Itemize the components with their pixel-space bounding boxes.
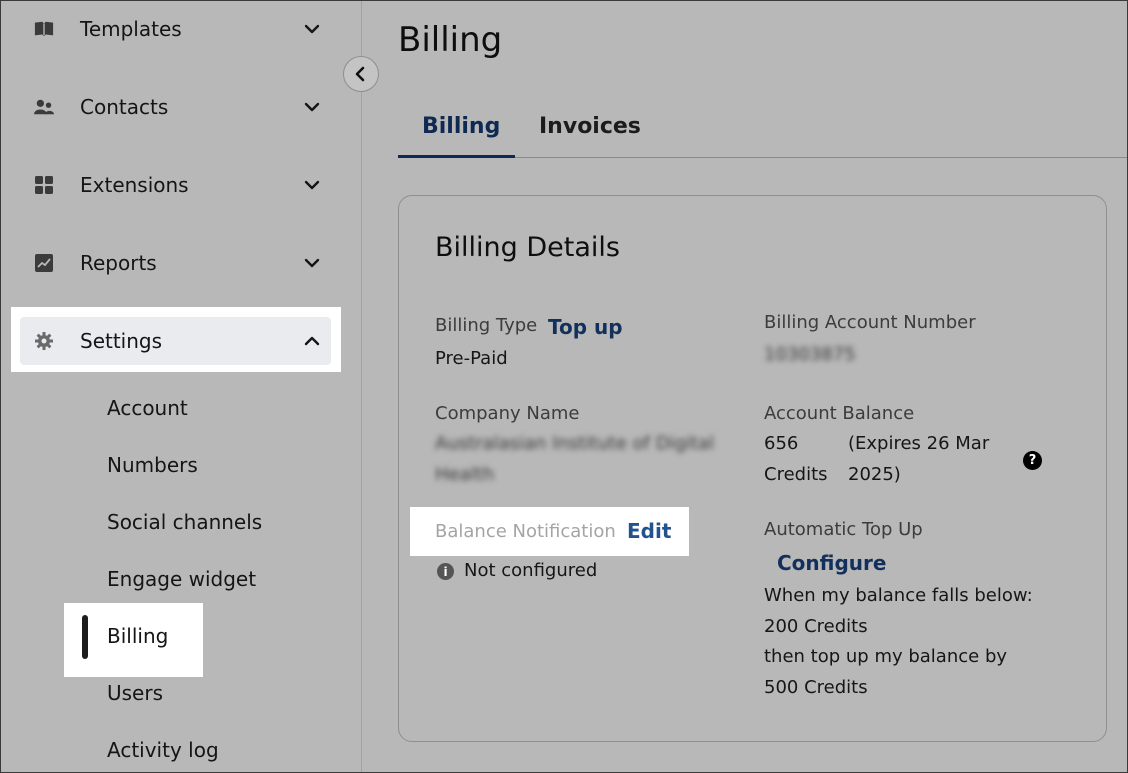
billing-type-label: Billing Type (435, 315, 538, 336)
chevron-down-icon[interactable] (302, 253, 322, 273)
tab-invoices[interactable]: Invoices (539, 114, 641, 139)
info-icon: i (437, 563, 454, 580)
account-balance-label: Account Balance (764, 403, 915, 424)
top-up-link[interactable]: Top up (548, 315, 623, 339)
collapse-sidebar-button[interactable] (343, 56, 379, 92)
auto-topup-line1: When my balance falls below: (764, 585, 1033, 606)
balance-expiry-line2: 2025) (848, 464, 901, 485)
company-name-value-line2: Health (435, 464, 495, 485)
grid-icon (34, 175, 54, 195)
auto-topup-line2: 200 Credits (764, 616, 868, 637)
sidebar-subitem-numbers[interactable]: Numbers (107, 453, 198, 477)
sidebar-item-label: Extensions (80, 173, 189, 197)
balance-amount: 656 (764, 433, 799, 454)
sidebar-item-label: Reports (80, 251, 157, 275)
tab-billing[interactable]: Billing (422, 114, 500, 139)
auto-topup-line4: 500 Credits (764, 677, 868, 698)
auto-topup-label: Automatic Top Up (764, 519, 923, 540)
configure-link[interactable]: Configure (777, 551, 886, 575)
sidebar-item-label: Templates (80, 17, 182, 41)
book-icon (34, 19, 54, 39)
chevron-down-icon[interactable] (302, 175, 322, 195)
sidebar-item-templates[interactable]: Templates (20, 5, 330, 53)
sidebar-subitem-account[interactable]: Account (107, 396, 188, 420)
sidebar-item-settings[interactable]: Settings (20, 317, 330, 365)
contacts-icon (34, 97, 54, 117)
account-number-value: 10303875 (764, 344, 856, 365)
company-name-label: Company Name (435, 403, 580, 424)
balance-expiry-line1: (Expires 26 Mar (848, 433, 990, 454)
chevron-left-icon (355, 66, 365, 82)
auto-topup-line3: then top up my balance by (764, 646, 1008, 667)
gear-icon (34, 331, 54, 351)
card-title: Billing Details (435, 232, 620, 263)
balance-unit: Credits (764, 464, 828, 485)
chevron-down-icon[interactable] (302, 97, 322, 117)
chevron-up-icon[interactable] (302, 331, 322, 351)
sidebar: Templates Contacts Extensions Reports Se… (0, 0, 362, 773)
sidebar-item-extensions[interactable]: Extensions (20, 161, 330, 209)
sidebar-subitem-engage-widget[interactable]: Engage widget (107, 567, 256, 591)
sidebar-item-label: Contacts (80, 95, 169, 119)
help-icon[interactable]: ? (1023, 451, 1042, 470)
sidebar-subitem-activity-log[interactable]: Activity log (107, 738, 219, 762)
sidebar-subitem-users[interactable]: Users (107, 681, 163, 705)
sidebar-subitem-billing[interactable]: Billing (107, 624, 168, 648)
sidebar-item-reports[interactable]: Reports (20, 239, 330, 287)
sidebar-subitem-social-channels[interactable]: Social channels (107, 510, 262, 534)
page-title: Billing (398, 20, 503, 60)
company-name-value-line1: Australasian Institute of Digital (435, 433, 715, 454)
sidebar-item-contacts[interactable]: Contacts (20, 83, 330, 131)
active-tab-underline (398, 155, 515, 158)
notification-status: Not configured (464, 560, 598, 581)
chevron-down-icon[interactable] (302, 19, 322, 39)
account-number-label: Billing Account Number (764, 312, 976, 333)
active-indicator (82, 615, 88, 659)
balance-notification-label: Balance Notification (435, 521, 616, 542)
edit-notification-link[interactable]: Edit (627, 519, 671, 543)
sidebar-item-label: Settings (80, 329, 163, 353)
billing-type-value: Pre-Paid (435, 348, 508, 369)
chart-icon (34, 253, 54, 273)
